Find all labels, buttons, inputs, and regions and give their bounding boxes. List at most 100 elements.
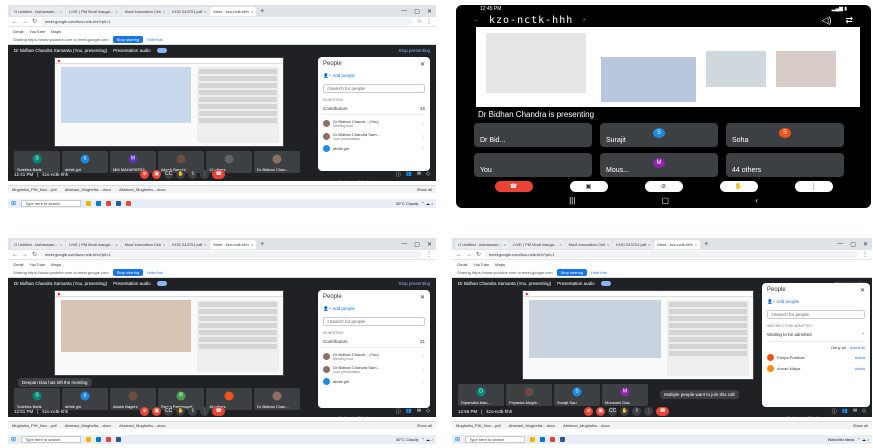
hide-button[interactable]: Hide this xyxy=(147,270,163,275)
more-icon[interactable]: ⋮ xyxy=(421,367,425,372)
reload-icon[interactable]: ↻ xyxy=(32,18,37,25)
end-call-icon[interactable]: ☎ xyxy=(494,181,533,192)
watchlist-widget[interactable]: Watchlist ideas xyxy=(828,437,855,442)
maximize-icon[interactable]: ▢ xyxy=(414,241,420,248)
person-row[interactable]: Dr Bidhan Chandr... (You) Meeting host ⋮ xyxy=(323,352,425,361)
info-icon[interactable]: ⓘ xyxy=(396,171,401,178)
close-icon[interactable]: ✕ xyxy=(420,61,425,68)
present-icon[interactable]: ⇧ xyxy=(188,406,198,416)
stop-presenting-button[interactable]: Stop presenting xyxy=(398,48,430,53)
mic-off-icon[interactable]: ⊘ xyxy=(140,169,150,179)
person-row[interactable]: Dr Bidhan Chandr... (You) Meeting host ⋮ xyxy=(323,119,425,128)
back-icon[interactable]: ← xyxy=(12,19,18,25)
download-item[interactable]: Abstract_Mughetta....docx xyxy=(563,423,609,428)
bookmark-gmail[interactable]: Gmail xyxy=(457,262,467,267)
chrome-icon[interactable] xyxy=(106,437,112,442)
audio-toggle[interactable] xyxy=(600,280,611,286)
reload-icon[interactable]: ↻ xyxy=(476,251,481,258)
browser-tab[interactable]: LIVE | PM Modi inaugu... × xyxy=(510,239,565,249)
participant-tile[interactable]: S Surajit xyxy=(600,123,718,147)
show-all-button[interactable]: Show all xyxy=(417,423,432,428)
browser-tab[interactable]: KHO 243701.pdf × xyxy=(169,239,210,249)
end-call-icon[interactable]: ☎ xyxy=(656,406,670,416)
person-row[interactable]: abhik giri ⋮ xyxy=(323,378,425,385)
person-row[interactable]: abhik giri ⋮ xyxy=(323,145,425,152)
add-people-button[interactable]: 👤+ Add people xyxy=(323,306,425,312)
camera-switch-icon[interactable]: ⇄ xyxy=(845,15,853,26)
download-item[interactable]: Mughetta_PIH_Nov....pdf xyxy=(12,423,57,428)
tray-icons[interactable]: ⌃ ☁ ♪ xyxy=(421,201,433,206)
activities-icon[interactable]: ◇ xyxy=(862,408,866,415)
file-explorer-icon[interactable] xyxy=(86,201,92,206)
info-icon[interactable]: ⓘ xyxy=(396,408,401,415)
chevron-up-icon[interactable]: ⌃ xyxy=(861,332,865,338)
new-tab-button[interactable]: + xyxy=(701,241,711,248)
audio-toggle[interactable] xyxy=(156,47,167,53)
maximize-icon[interactable]: ▢ xyxy=(850,241,856,248)
person-row[interactable]: Dr Bidhan Chandra Sam... Your presentatio… xyxy=(323,132,425,141)
participant-tile[interactable]: M Mousumi Das xyxy=(602,384,648,406)
bookmark-maps[interactable]: Maps xyxy=(51,262,61,267)
bookmark-gmail[interactable]: Gmail xyxy=(13,262,23,267)
more-options-icon[interactable]: ⋮ xyxy=(794,181,833,192)
show-all-button[interactable]: Show all xyxy=(417,187,432,192)
star-icon[interactable]: ☆ xyxy=(417,18,422,25)
people-icon[interactable]: 👥 xyxy=(406,171,412,178)
download-item[interactable]: Mughetta_PIH_Nov....pdf xyxy=(456,423,501,428)
activities-icon[interactable]: ◇ xyxy=(426,171,430,178)
more-options-icon[interactable]: ⋮ xyxy=(200,406,210,416)
deny-all-button[interactable]: Deny all xyxy=(831,345,845,350)
mic-off-icon[interactable]: ⊘ xyxy=(140,406,150,416)
tray-icons[interactable]: ⌃ ☁ ♪ xyxy=(857,437,869,442)
waiting-row[interactable]: Waiting to be admitted ⌃ xyxy=(767,332,865,342)
join-request-notice[interactable]: Multiple people want to join this call xyxy=(660,390,739,399)
edge-icon[interactable] xyxy=(96,437,102,442)
new-tab-button[interactable]: + xyxy=(257,241,267,248)
show-all-button[interactable]: Show all xyxy=(853,423,868,428)
edge-icon[interactable] xyxy=(540,437,546,442)
weather-widget[interactable]: 30°C Cloudy xyxy=(396,437,419,442)
download-item[interactable]: Abstract_Mughetta....docx xyxy=(509,423,555,428)
raise-hand-icon[interactable]: ✋ xyxy=(176,169,186,179)
url-input[interactable]: meet.google.com/kzo-nctk-hhh?pli=1 xyxy=(41,251,422,258)
more-options-icon[interactable]: ⋮ xyxy=(644,406,654,416)
present-icon[interactable]: ⇧ xyxy=(188,169,198,179)
browser-tab-active[interactable]: Meet - kzo-nctk-hhh × xyxy=(210,6,257,16)
stop-sharing-button[interactable]: Stop sharing xyxy=(112,36,144,43)
captions-icon[interactable]: CC xyxy=(608,406,618,416)
back-icon[interactable]: ‹ xyxy=(755,196,758,205)
participant-tile[interactable]: S Soha xyxy=(726,123,844,147)
captions-icon[interactable]: CC xyxy=(164,169,174,179)
bookmark-youtube[interactable]: YouTube xyxy=(29,262,45,267)
maximize-icon[interactable]: ▢ xyxy=(414,8,420,15)
browser-tab-active[interactable]: Meet - kzo-nctk-hhh × xyxy=(654,239,701,249)
chat-icon[interactable]: ✉ xyxy=(853,408,857,415)
close-icon[interactable]: ✕ xyxy=(427,241,432,248)
add-people-button[interactable]: 👤+ Add people xyxy=(767,299,865,305)
contributors-row[interactable]: Contributors 21 xyxy=(323,339,425,348)
chat-icon[interactable]: ✉ xyxy=(417,171,421,178)
browser-tab[interactable]: KHO 243701.pdf × xyxy=(169,6,210,16)
menu-icon[interactable]: ⋮ xyxy=(862,251,868,258)
tray-icons[interactable]: ⌃ ☁ ♪ xyxy=(421,437,433,442)
minimize-icon[interactable]: — xyxy=(401,241,407,248)
raise-hand-icon[interactable]: ✋ xyxy=(620,406,630,416)
recents-icon[interactable]: ||| xyxy=(569,196,575,205)
captions-icon[interactable]: CC xyxy=(164,406,174,416)
stop-presenting-button[interactable]: Stop presenting xyxy=(398,281,430,286)
bookmark-maps[interactable]: Maps xyxy=(51,29,61,34)
participant-tile[interactable]: Dr Bid... xyxy=(474,123,592,147)
url-input[interactable]: meet.google.com/kzo-nctk-hhh?pli=1 xyxy=(41,18,413,25)
browser-tab[interactable]: O Untitled - kishansam... × xyxy=(455,239,510,249)
close-icon[interactable]: ✕ xyxy=(863,241,868,248)
windows-start-icon[interactable]: ⊞ xyxy=(455,436,460,443)
chrome-icon[interactable] xyxy=(106,201,112,206)
word-icon[interactable] xyxy=(560,437,566,442)
people-search-input[interactable]: ⌕ Search for people xyxy=(323,317,425,326)
back-icon[interactable]: ← xyxy=(456,252,462,258)
taskbar-search-input[interactable]: Type here to search xyxy=(21,436,82,443)
file-explorer-icon[interactable] xyxy=(86,437,92,442)
bookmark-youtube[interactable]: YouTube xyxy=(473,262,489,267)
video-frame[interactable] xyxy=(61,300,191,352)
raise-hand-icon[interactable]: ✋ xyxy=(176,406,186,416)
